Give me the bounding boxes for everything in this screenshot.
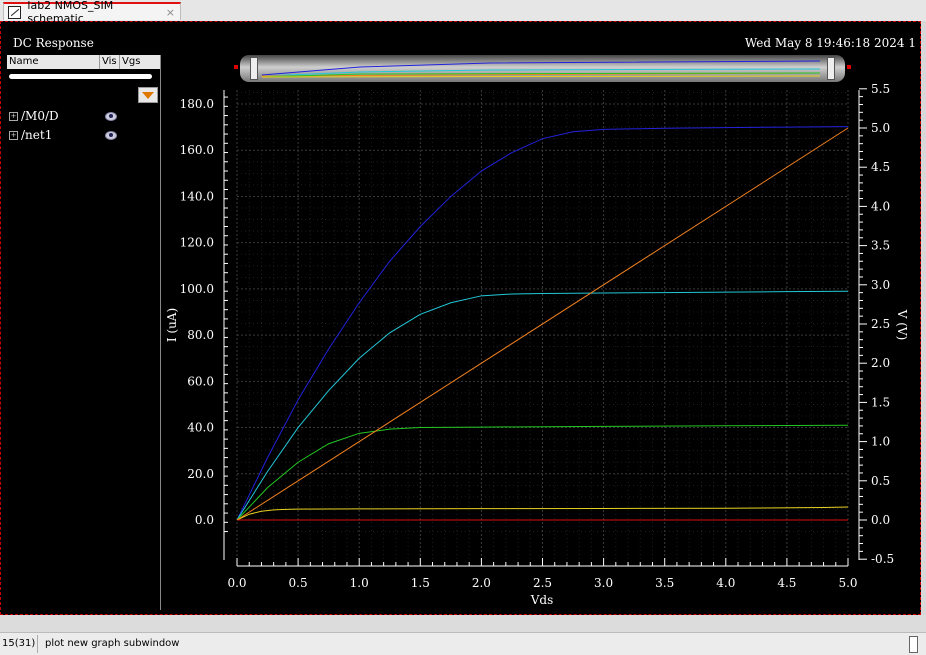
status-bar: 15(31) plot new graph subwindow [0,632,926,655]
y2-tick-label: 4.0 [871,199,890,213]
x-tick-label: 4.0 [716,576,735,590]
x-tick-label: 2.5 [533,576,552,590]
y2-tick-label: 3.0 [871,278,890,292]
x-tick-label: 3.0 [594,576,613,590]
y2-tick-label: 4.5 [871,160,890,174]
y2-tick-label: 2.5 [871,317,890,331]
x-tick-label: 0.5 [289,576,308,590]
status-message: plot new graph subwindow [45,638,180,649]
y-tick-label: 60.0 [187,374,214,388]
y2-tick-label: 1.5 [871,395,890,409]
splitter[interactable] [0,615,926,632]
y-tick-label: 20.0 [187,467,214,481]
y-tick-label: 140.0 [180,189,214,203]
series-line [236,290,849,521]
resize-grip[interactable] [909,636,918,653]
y-axis-label: I (uA) [165,308,179,342]
plot-area: 0.0 20.0 40.0 60.0 80.0 100.0 120.0 140.0 160.0 1… [165,82,909,607]
x-tick-label: 3.5 [655,576,674,590]
y-tick-label: 160.0 [180,143,214,157]
x-tick-label: 2.0 [472,576,491,590]
y2-tick-label: 3.5 [871,239,890,253]
x-tick-label: 1.5 [411,576,430,590]
y2-tick-label: 1.0 [871,435,890,449]
grid [236,90,849,560]
y2-tick-label: -0.5 [871,552,894,566]
status-divider [37,635,38,653]
y-tick-label: 100.0 [180,282,214,296]
x-tick-label: 4.5 [777,576,796,590]
y2-axis-label: V (V) [895,309,909,341]
y-tick-label: 80.0 [187,328,214,342]
y2-tick-label: 5.5 [871,82,890,96]
y-tick-label: 120.0 [180,236,214,250]
y-tick-label: 40.0 [187,421,214,435]
y2-tick-label: 2.0 [871,356,890,370]
x-tick-label: 5.0 [838,576,857,590]
y2-tick-label: 0.0 [871,513,890,527]
y-tick-label: 0.0 [195,513,214,527]
y2-tick-label: 5.0 [871,121,890,135]
y-tick-label: 180.0 [180,97,214,111]
status-count: 15(31) [2,638,36,649]
x-axis-label: Vds [530,593,554,607]
x-tick-label: 1.0 [350,576,369,590]
x-tick-label: 0.0 [227,576,246,590]
y2-tick-label: 0.5 [871,474,890,488]
